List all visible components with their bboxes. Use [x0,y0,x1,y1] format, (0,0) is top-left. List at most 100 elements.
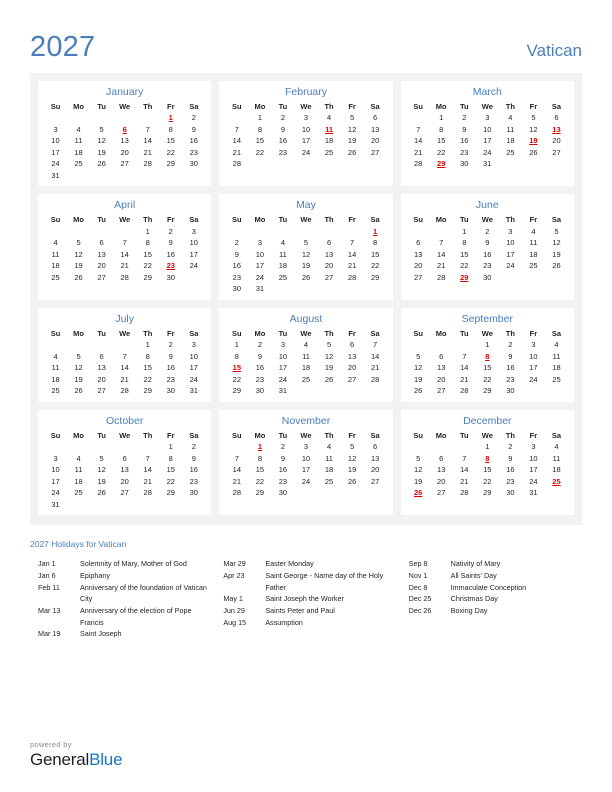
day-cell[interactable]: 2 [159,340,182,351]
day-cell[interactable]: 14 [225,465,248,476]
day-cell[interactable]: 18 [44,261,67,272]
day-cell[interactable]: 25 [44,386,67,397]
day-cell[interactable]: 6 [545,113,568,124]
day-cell[interactable]: 31 [271,386,294,397]
day-cell-holiday[interactable]: 11 [318,124,341,135]
day-cell[interactable]: 19 [341,465,364,476]
day-cell[interactable]: 4 [522,226,545,237]
day-cell[interactable]: 25 [499,147,522,158]
day-cell[interactable]: 12 [90,465,113,476]
day-cell[interactable]: 25 [522,261,545,272]
day-cell[interactable]: 1 [476,442,499,453]
day-cell[interactable]: 9 [453,124,476,135]
day-cell[interactable]: 26 [67,272,90,283]
day-cell[interactable]: 18 [67,147,90,158]
day-cell[interactable]: 2 [182,442,205,453]
day-cell[interactable]: 31 [44,170,67,181]
day-cell[interactable]: 12 [407,465,430,476]
day-cell[interactable]: 2 [225,238,248,249]
day-cell[interactable]: 3 [294,442,317,453]
day-cell[interactable]: 20 [318,261,341,272]
day-cell[interactable]: 24 [522,374,545,385]
day-cell[interactable]: 19 [67,261,90,272]
day-cell[interactable]: 24 [44,488,67,499]
day-cell[interactable]: 12 [522,124,545,135]
day-cell-holiday[interactable]: 8 [476,453,499,464]
day-cell[interactable]: 20 [430,476,453,487]
day-cell[interactable]: 20 [113,476,136,487]
day-cell[interactable]: 24 [44,159,67,170]
day-cell[interactable]: 8 [159,124,182,135]
day-cell-holiday[interactable]: 25 [545,476,568,487]
day-cell[interactable]: 21 [113,374,136,385]
day-cell-holiday[interactable]: 23 [159,261,182,272]
day-cell[interactable]: 26 [294,272,317,283]
day-cell[interactable]: 18 [44,374,67,385]
day-cell[interactable]: 18 [294,363,317,374]
day-cell[interactable]: 8 [364,238,387,249]
day-cell[interactable]: 4 [545,442,568,453]
day-cell[interactable]: 17 [44,476,67,487]
day-cell[interactable]: 15 [159,465,182,476]
day-cell[interactable]: 28 [341,272,364,283]
day-cell[interactable]: 19 [294,261,317,272]
day-cell[interactable]: 19 [341,136,364,147]
day-cell[interactable]: 7 [225,124,248,135]
day-cell[interactable]: 26 [545,261,568,272]
day-cell[interactable]: 14 [136,465,159,476]
day-cell[interactable]: 1 [453,226,476,237]
day-cell[interactable]: 18 [545,363,568,374]
day-cell[interactable]: 24 [182,374,205,385]
day-cell[interactable]: 23 [499,476,522,487]
day-cell[interactable]: 9 [159,238,182,249]
day-cell[interactable]: 26 [407,386,430,397]
day-cell[interactable]: 12 [407,363,430,374]
day-cell[interactable]: 7 [407,124,430,135]
day-cell[interactable]: 26 [341,476,364,487]
day-cell[interactable]: 7 [113,238,136,249]
day-cell[interactable]: 22 [136,374,159,385]
day-cell[interactable]: 3 [522,442,545,453]
day-cell-holiday[interactable]: 6 [113,124,136,135]
day-cell[interactable]: 25 [318,476,341,487]
day-cell[interactable]: 27 [113,159,136,170]
day-cell[interactable]: 9 [159,351,182,362]
day-cell[interactable]: 26 [90,488,113,499]
day-cell[interactable]: 12 [294,249,317,260]
day-cell[interactable]: 6 [113,453,136,464]
day-cell[interactable]: 18 [522,249,545,260]
day-cell[interactable]: 3 [44,453,67,464]
day-cell[interactable]: 14 [453,363,476,374]
day-cell[interactable]: 29 [159,159,182,170]
day-cell[interactable]: 27 [113,488,136,499]
day-cell-holiday[interactable]: 1 [159,113,182,124]
day-cell[interactable]: 10 [294,124,317,135]
day-cell[interactable]: 29 [248,488,271,499]
day-cell[interactable]: 7 [136,124,159,135]
day-cell[interactable]: 12 [90,136,113,147]
day-cell[interactable]: 1 [225,340,248,351]
day-cell[interactable]: 5 [407,351,430,362]
day-cell[interactable]: 5 [318,340,341,351]
day-cell[interactable]: 26 [90,159,113,170]
day-cell[interactable]: 3 [476,113,499,124]
day-cell[interactable]: 13 [407,249,430,260]
day-cell[interactable]: 9 [271,124,294,135]
day-cell[interactable]: 17 [522,363,545,374]
day-cell[interactable]: 5 [407,453,430,464]
day-cell[interactable]: 20 [430,374,453,385]
day-cell[interactable]: 22 [159,476,182,487]
day-cell[interactable]: 17 [294,465,317,476]
day-cell[interactable]: 3 [182,226,205,237]
day-cell[interactable]: 8 [136,351,159,362]
day-cell[interactable]: 3 [182,340,205,351]
day-cell[interactable]: 22 [248,476,271,487]
day-cell[interactable]: 14 [407,136,430,147]
day-cell[interactable]: 30 [453,159,476,170]
day-cell[interactable]: 8 [248,453,271,464]
day-cell[interactable]: 4 [67,124,90,135]
day-cell[interactable]: 8 [248,124,271,135]
day-cell[interactable]: 11 [545,351,568,362]
day-cell[interactable]: 15 [248,465,271,476]
day-cell[interactable]: 18 [318,465,341,476]
